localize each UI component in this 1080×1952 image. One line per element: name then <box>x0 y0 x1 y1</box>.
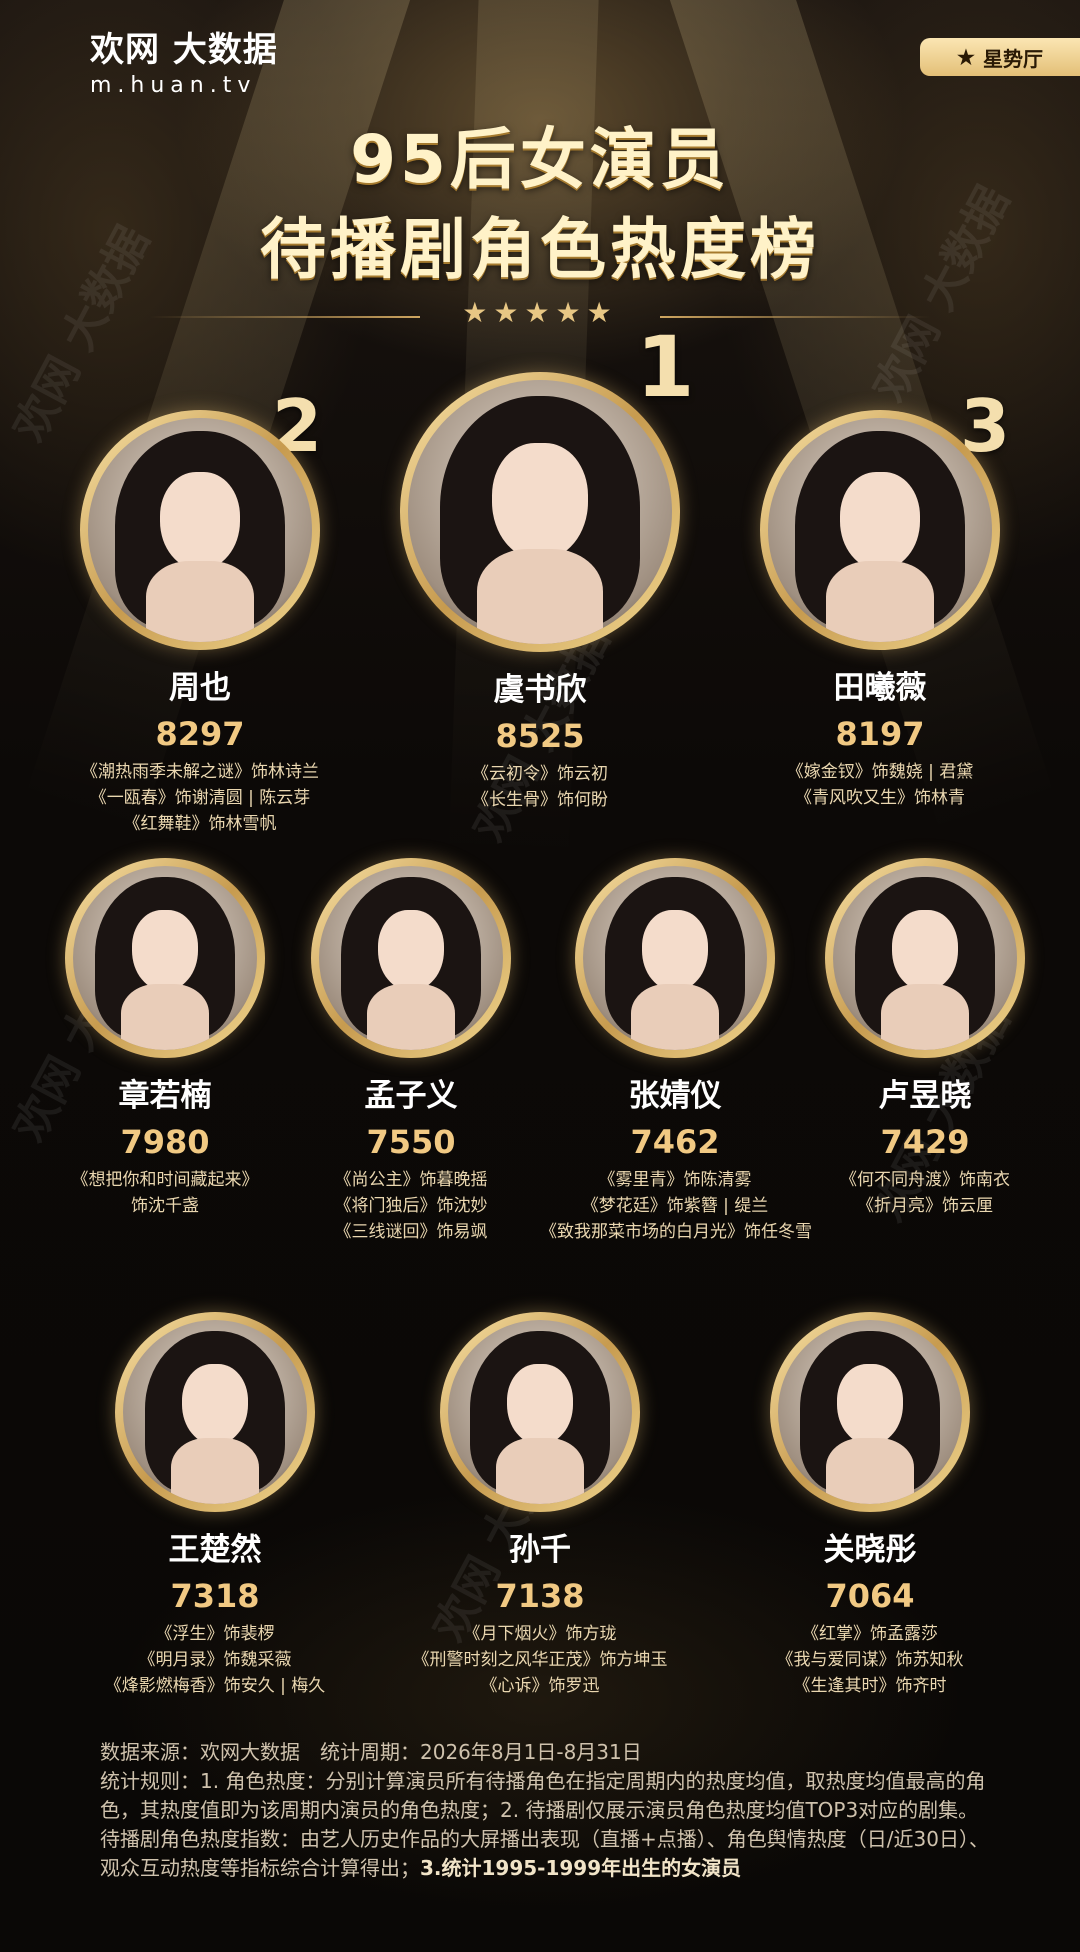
role-item: 《生逢其时》饰齐时 <box>793 1676 947 1696</box>
brand-url: m.huan.tv <box>90 73 257 98</box>
footer-data-source: 数据来源：欢网大数据 统计周期：2026年8月1日-8月31日 <box>100 1740 642 1764</box>
role-list: 《潮热雨季未解之谜》饰林诗兰 《一瓯春》饰谢清圆 | 陈云芽 《红舞鞋》饰林雪帆 <box>50 759 350 837</box>
role-item: 《浮生》饰裴椤 <box>155 1624 275 1644</box>
avatar-luyuxiao <box>825 858 1025 1058</box>
divider-line-right <box>660 316 930 318</box>
five-stars-icon: ★★★★★ <box>462 296 618 329</box>
badge-label: 星势厅 <box>982 46 1043 71</box>
role-item: 《青风吹又生》饰林青 <box>795 788 965 808</box>
role-list: 《红掌》饰孟露莎 《我与爱同谋》饰苏知秋 《生逢其时》饰齐时 <box>735 1621 1005 1699</box>
actress-name: 孟子义 <box>364 1078 458 1114</box>
role-item: 《红掌》饰孟露莎 <box>802 1624 938 1644</box>
role-item: 《梦花廷》饰紫簪 | 缇兰 <box>581 1196 769 1216</box>
heat-score: 7138 <box>495 1577 585 1615</box>
avatar-wangchuran <box>115 1312 315 1512</box>
actress-card-1: 虞书欣 8525 《云初令》饰云初 《长生骨》饰何盼 <box>390 372 690 813</box>
actress-card-6: 张婧仪 7462 《雾里青》饰陈清雾 《梦花廷》饰紫簪 | 缇兰 《致我那菜市场… <box>540 858 812 1245</box>
heat-score: 7064 <box>825 1577 915 1615</box>
divider-line-left <box>150 316 420 318</box>
footer-birth-range: 3.统计1995-1999年出生的女演员 <box>420 1856 742 1880</box>
role-item: 《何不同舟渡》饰南衣 <box>840 1170 1010 1190</box>
footer-notes: 数据来源：欢网大数据 统计周期：2026年8月1日-8月31日 统计规则：1. … <box>100 1738 990 1883</box>
role-list: 《嫁金钗》饰魏娆 | 君黛 《青风吹又生》饰林青 <box>730 759 1030 811</box>
actress-name: 孙千 <box>509 1532 571 1568</box>
actress-card-10: 关晓彤 7064 《红掌》饰孟露莎 《我与爱同谋》饰苏知秋 《生逢其时》饰齐时 <box>735 1312 1005 1699</box>
actress-name: 章若楠 <box>118 1078 212 1114</box>
footer-index-desc: 待播剧角色热度指数：由艺人历史作品的大屏播出表现（直播+点播）、角色舆情热度（日… <box>100 1825 990 1883</box>
heat-score: 7462 <box>630 1123 720 1161</box>
title-line-1: 95后女演员 <box>350 121 730 198</box>
heat-score: 7550 <box>366 1123 456 1161</box>
poster: { "brand": { "name": "欢网 大数据", "url": "m… <box>0 0 1080 1952</box>
avatar-guanxiaotong <box>770 1312 970 1512</box>
avatar-tianxiwei <box>760 410 1000 650</box>
actress-name: 虞书欣 <box>493 672 587 708</box>
role-list: 《云初令》饰云初 《长生骨》饰何盼 <box>390 761 690 813</box>
role-item: 《嫁金钗》饰魏娆 | 君黛 <box>786 762 974 782</box>
role-item: 《长生骨》饰何盼 <box>472 790 608 810</box>
actress-card-4: 章若楠 7980 《想把你和时间藏起来》 饰沈千盏 <box>40 858 290 1219</box>
heat-score: 7980 <box>120 1123 210 1161</box>
actress-card-8: 王楚然 7318 《浮生》饰裴椤 《明月录》饰魏采薇 《烽影燃梅香》饰安久 | … <box>80 1312 350 1699</box>
role-item: 《致我那菜市场的白月光》饰任冬雪 <box>540 1222 812 1242</box>
brand-name: 欢网 大数据 <box>90 30 278 70</box>
heat-score: 7318 <box>170 1577 260 1615</box>
role-item: 饰沈千盏 <box>131 1196 199 1216</box>
role-item: 《刑警时刻之风华正茂》饰方坤玉 <box>412 1650 668 1670</box>
role-item: 《云初令》饰云初 <box>472 764 608 784</box>
footer-rules: 统计规则：1. 角色热度：分别计算演员所有待播角色在指定周期内的热度均值，取热度… <box>100 1769 986 1822</box>
avatar-zhangjingyi <box>575 858 775 1058</box>
actress-name: 卢昱晓 <box>878 1078 972 1114</box>
role-list: 《雾里青》饰陈清雾 《梦花廷》饰紫簪 | 缇兰 《致我那菜市场的白月光》饰任冬雪 <box>540 1167 812 1245</box>
section-badge: ★ 星势厅 <box>920 38 1080 76</box>
role-item: 《我与爱同谋》饰苏知秋 <box>776 1650 964 1670</box>
heat-score: 8297 <box>155 715 245 753</box>
role-item: 《月下烟火》饰方珑 <box>463 1624 617 1644</box>
role-item: 《尚公主》饰暮晚摇 <box>334 1170 488 1190</box>
actress-name: 周也 <box>169 670 231 706</box>
actress-name: 张婧仪 <box>628 1078 722 1114</box>
actress-card-3: 田曦薇 8197 《嫁金钗》饰魏娆 | 君黛 《青风吹又生》饰林青 <box>730 410 1030 811</box>
role-item: 《将门独后》饰沈妙 <box>334 1196 488 1216</box>
heat-score: 7429 <box>880 1123 970 1161</box>
avatar-zhouye <box>80 410 320 650</box>
role-list: 《何不同舟渡》饰南衣 《折月亮》饰云厘 <box>800 1167 1050 1219</box>
title-line-2: 待播剧角色热度榜 <box>260 211 820 288</box>
role-item: 《烽影燃梅香》饰安久 | 梅久 <box>104 1676 326 1696</box>
avatar-mengziyi <box>311 858 511 1058</box>
role-item: 《一瓯春》饰谢清圆 | 陈云芽 <box>89 788 311 808</box>
actress-card-2: 周也 8297 《潮热雨季未解之谜》饰林诗兰 《一瓯春》饰谢清圆 | 陈云芽 《… <box>50 410 350 837</box>
role-item: 《三线谜回》饰易飒 <box>334 1222 488 1242</box>
heat-score: 8525 <box>495 717 585 755</box>
role-item: 《想把你和时间藏起来》 <box>71 1170 259 1190</box>
role-item: 《红舞鞋》饰林雪帆 <box>123 814 277 834</box>
role-list: 《尚公主》饰暮晚摇 《将门独后》饰沈妙 《三线谜回》饰易飒 <box>286 1167 536 1245</box>
role-item: 《折月亮》饰云厘 <box>857 1196 993 1216</box>
star-icon: ★ <box>957 45 975 69</box>
avatar-sunqian <box>440 1312 640 1512</box>
role-item: 《明月录》饰魏采薇 <box>138 1650 292 1670</box>
brand-logo: 欢网 大数据 m.huan.tv <box>90 22 278 98</box>
role-item: 《心诉》饰罗迅 <box>480 1676 600 1696</box>
role-item: 《雾里青》饰陈清雾 <box>598 1170 752 1190</box>
role-list: 《想把你和时间藏起来》 饰沈千盏 <box>40 1167 290 1219</box>
actress-card-5: 孟子义 7550 《尚公主》饰暮晚摇 《将门独后》饰沈妙 《三线谜回》饰易飒 <box>286 858 536 1245</box>
actress-card-7: 卢昱晓 7429 《何不同舟渡》饰南衣 《折月亮》饰云厘 <box>800 858 1050 1219</box>
role-list: 《月下烟火》饰方珑 《刑警时刻之风华正茂》饰方坤玉 《心诉》饰罗迅 <box>390 1621 690 1699</box>
stars-divider: ★★★★★ <box>0 296 1080 336</box>
heat-score: 8197 <box>835 715 925 753</box>
avatar-yushuxin <box>400 372 680 652</box>
actress-card-9: 孙千 7138 《月下烟火》饰方珑 《刑警时刻之风华正茂》饰方坤玉 《心诉》饰罗… <box>390 1312 690 1699</box>
role-list: 《浮生》饰裴椤 《明月录》饰魏采薇 《烽影燃梅香》饰安久 | 梅久 <box>80 1621 350 1699</box>
actress-name: 关晓彤 <box>823 1532 917 1568</box>
actress-name: 田曦薇 <box>833 670 927 706</box>
avatar-zhangruonan <box>65 858 265 1058</box>
actress-name: 王楚然 <box>168 1532 262 1568</box>
role-item: 《潮热雨季未解之谜》饰林诗兰 <box>81 762 319 782</box>
